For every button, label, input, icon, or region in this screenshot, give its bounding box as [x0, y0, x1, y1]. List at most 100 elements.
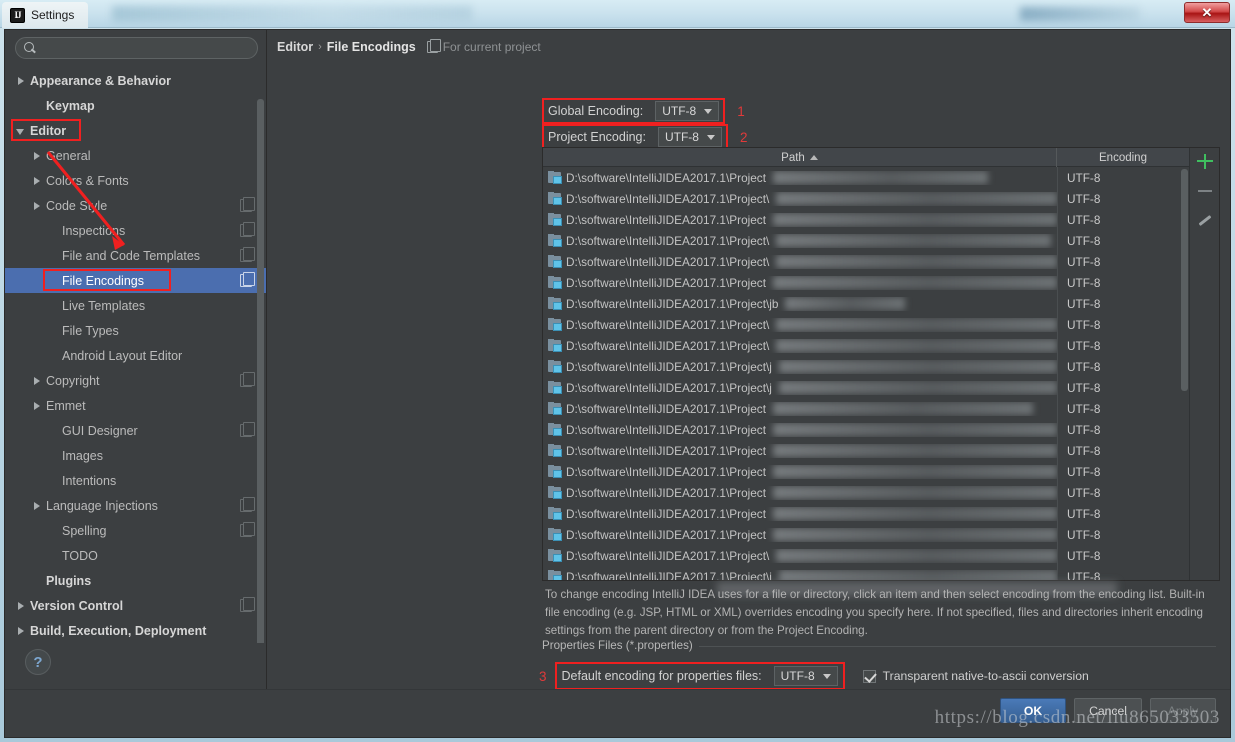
chevron-down-icon[interactable]: [15, 125, 27, 137]
table-cell-encoding[interactable]: UTF-8: [1057, 314, 1189, 335]
sidebar-item-appearance-behavior[interactable]: Appearance & Behavior: [5, 68, 266, 93]
sidebar-item-file-and-code-templates[interactable]: File and Code Templates: [5, 243, 266, 268]
sidebar-item-keymap[interactable]: Keymap: [5, 93, 266, 118]
table-row[interactable]: D:\software\IntelliJIDEA2017.1\Project\ U…: [543, 251, 1189, 272]
table-cell-encoding[interactable]: UTF-8: [1057, 461, 1189, 482]
table-row[interactable]: D:\software\IntelliJIDEA2017.1\Project\ U…: [543, 188, 1189, 209]
project-encoding-select[interactable]: UTF-8: [657, 127, 722, 147]
chevron-right-icon[interactable]: [31, 400, 43, 412]
add-icon[interactable]: [1196, 152, 1214, 170]
chevron-right-icon[interactable]: [31, 150, 43, 162]
table-cell-encoding[interactable]: UTF-8: [1057, 482, 1189, 503]
column-header-path[interactable]: Path: [543, 148, 1057, 167]
sidebar-item-copyright[interactable]: Copyright: [5, 368, 266, 393]
chevron-right-icon[interactable]: [15, 75, 27, 87]
column-header-encoding[interactable]: Encoding: [1057, 148, 1189, 167]
chevron-right-icon[interactable]: [31, 375, 43, 387]
copy-settings-icon[interactable]: [240, 422, 255, 437]
table-row[interactable]: D:\software\IntelliJIDEA2017.1\Project UT…: [543, 461, 1189, 482]
breadcrumb-parent[interactable]: Editor: [277, 40, 313, 54]
table-row[interactable]: D:\software\IntelliJIDEA2017.1\Project UT…: [543, 398, 1189, 419]
table-cell-encoding[interactable]: UTF-8: [1057, 398, 1189, 419]
table-row[interactable]: D:\software\IntelliJIDEA2017.1\Project UT…: [543, 272, 1189, 293]
sidebar-item-android-layout-editor[interactable]: Android Layout Editor: [5, 343, 266, 368]
copy-settings-icon[interactable]: [240, 497, 255, 512]
sidebar-item-colors-fonts[interactable]: Colors & Fonts: [5, 168, 266, 193]
table-cell-encoding[interactable]: UTF-8: [1057, 356, 1189, 377]
chevron-right-icon[interactable]: [31, 500, 43, 512]
sidebar-item-version-control[interactable]: Version Control: [5, 593, 266, 618]
table-row[interactable]: D:\software\IntelliJIDEA2017.1\Project\ U…: [543, 230, 1189, 251]
copy-settings-icon[interactable]: [240, 222, 255, 237]
table-scrollbar-thumb[interactable]: [1181, 169, 1188, 391]
copy-settings-icon[interactable]: [240, 272, 255, 287]
chevron-right-icon[interactable]: [15, 625, 27, 637]
table-row[interactable]: D:\software\IntelliJIDEA2017.1\Project UT…: [543, 524, 1189, 545]
transparent-conversion-checkbox-wrap[interactable]: Transparent native-to-ascii conversion: [862, 669, 1089, 683]
sidebar-item-editor[interactable]: Editor: [5, 118, 266, 143]
table-cell-encoding[interactable]: UTF-8: [1057, 503, 1189, 524]
table-row[interactable]: D:\software\IntelliJIDEA2017.1\Project\ U…: [543, 335, 1189, 356]
table-row[interactable]: D:\software\IntelliJIDEA2017.1\Project UT…: [543, 167, 1189, 188]
table-row[interactable]: D:\software\IntelliJIDEA2017.1\Project\j…: [543, 293, 1189, 314]
sidebar-item-label: Build, Execution, Deployment: [30, 623, 207, 638]
sidebar-item-file-types[interactable]: File Types: [5, 318, 266, 343]
table-cell-encoding[interactable]: UTF-8: [1057, 293, 1189, 314]
table-cell-encoding[interactable]: UTF-8: [1057, 167, 1189, 188]
global-encoding-select[interactable]: UTF-8: [655, 101, 720, 121]
sidebar-item-todo[interactable]: TODO: [5, 543, 266, 568]
sidebar-item-inspections[interactable]: Inspections: [5, 218, 266, 243]
table-row[interactable]: D:\software\IntelliJIDEA2017.1\Project UT…: [543, 440, 1189, 461]
table-cell-encoding[interactable]: UTF-8: [1057, 440, 1189, 461]
sidebar-scrollbar-thumb[interactable]: [257, 99, 264, 643]
table-cell-encoding[interactable]: UTF-8: [1057, 377, 1189, 398]
chevron-right-icon[interactable]: [15, 600, 27, 612]
table-cell-encoding[interactable]: UTF-8: [1057, 272, 1189, 293]
close-icon[interactable]: ✕: [1184, 2, 1230, 23]
table-cell-encoding[interactable]: UTF-8: [1057, 545, 1189, 566]
copy-settings-icon[interactable]: [240, 597, 255, 612]
table-cell-encoding[interactable]: UTF-8: [1057, 524, 1189, 545]
sidebar-item-gui-designer[interactable]: GUI Designer: [5, 418, 266, 443]
search-box[interactable]: [15, 37, 258, 59]
properties-encoding-select[interactable]: UTF-8: [773, 666, 838, 686]
sidebar-item-plugins[interactable]: Plugins: [5, 568, 266, 593]
table-cell-encoding[interactable]: UTF-8: [1057, 419, 1189, 440]
table-cell-encoding[interactable]: UTF-8: [1057, 335, 1189, 356]
remove-icon[interactable]: [1196, 182, 1214, 200]
sidebar-item-language-injections[interactable]: Language Injections: [5, 493, 266, 518]
table-row[interactable]: D:\software\IntelliJIDEA2017.1\Project UT…: [543, 482, 1189, 503]
edit-icon[interactable]: [1196, 212, 1214, 230]
sidebar-item-code-style[interactable]: Code Style: [5, 193, 266, 218]
transparent-conversion-checkbox[interactable]: [862, 669, 876, 683]
sidebar-item-emmet[interactable]: Emmet: [5, 393, 266, 418]
table-row[interactable]: D:\software\IntelliJIDEA2017.1\Project UT…: [543, 503, 1189, 524]
copy-settings-icon[interactable]: [240, 197, 255, 212]
copy-settings-icon[interactable]: [240, 522, 255, 537]
table-row[interactable]: D:\software\IntelliJIDEA2017.1\Project UT…: [543, 419, 1189, 440]
sidebar-item-file-encodings[interactable]: File Encodings: [5, 268, 266, 293]
table-cell-encoding[interactable]: UTF-8: [1057, 188, 1189, 209]
copy-settings-icon[interactable]: [240, 247, 255, 262]
table-cell-encoding[interactable]: UTF-8: [1057, 566, 1189, 580]
help-icon[interactable]: ?: [25, 649, 51, 675]
table-row[interactable]: D:\software\IntelliJIDEA2017.1\Project\ U…: [543, 314, 1189, 335]
table-cell-encoding[interactable]: UTF-8: [1057, 230, 1189, 251]
chevron-right-icon[interactable]: [31, 175, 43, 187]
sidebar-item-intentions[interactable]: Intentions: [5, 468, 266, 493]
sidebar-item-images[interactable]: Images: [5, 443, 266, 468]
sidebar-item-build-execution-deployment[interactable]: Build, Execution, Deployment: [5, 618, 266, 643]
table-row[interactable]: D:\software\IntelliJIDEA2017.1\Project\ U…: [543, 545, 1189, 566]
sidebar-item-spelling[interactable]: Spelling: [5, 518, 266, 543]
copy-settings-icon[interactable]: [240, 372, 255, 387]
sidebar-item-general[interactable]: General: [5, 143, 266, 168]
table-row[interactable]: D:\software\IntelliJIDEA2017.1\Project UT…: [543, 209, 1189, 230]
table-row[interactable]: D:\software\IntelliJIDEA2017.1\Project\j…: [543, 356, 1189, 377]
table-row[interactable]: D:\software\IntelliJIDEA2017.1\Project\j…: [543, 377, 1189, 398]
search-input[interactable]: [37, 41, 249, 55]
table-row[interactable]: D:\software\IntelliJIDEA2017.1\Project\i…: [543, 566, 1189, 580]
table-cell-encoding[interactable]: UTF-8: [1057, 209, 1189, 230]
sidebar-item-live-templates[interactable]: Live Templates: [5, 293, 266, 318]
chevron-right-icon[interactable]: [31, 200, 43, 212]
table-cell-encoding[interactable]: UTF-8: [1057, 251, 1189, 272]
